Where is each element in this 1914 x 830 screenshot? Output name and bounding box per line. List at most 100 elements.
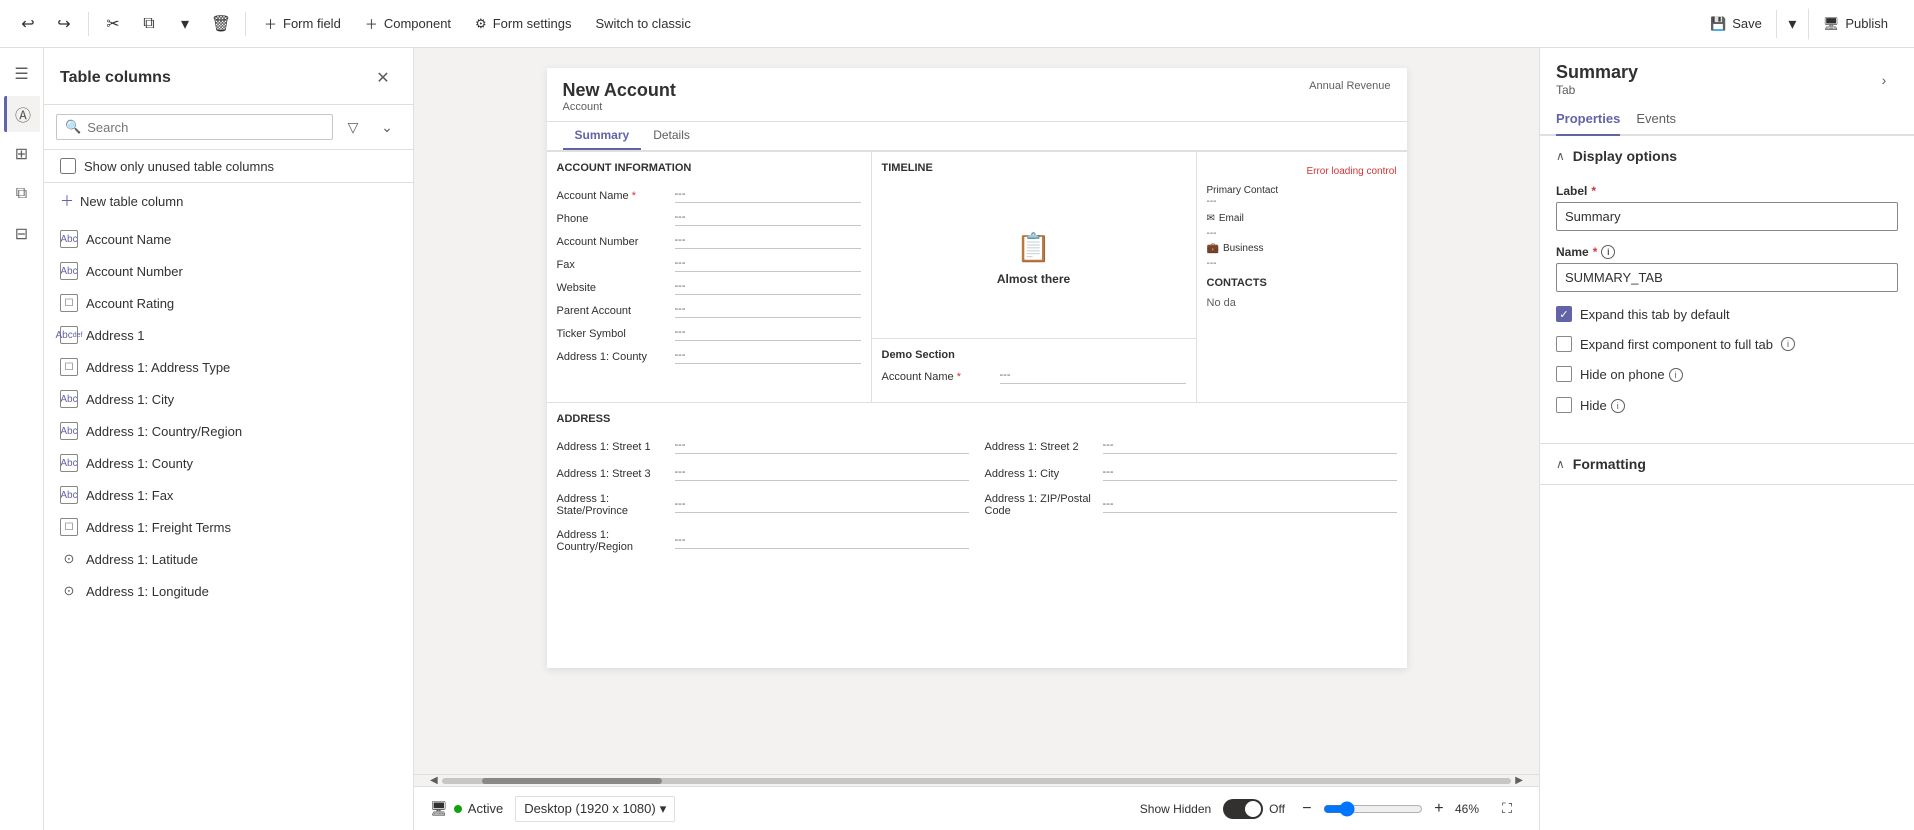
contacts-header: CONTACTS bbox=[1207, 277, 1397, 289]
list-item[interactable]: ☐ Address 1: Freight Terms bbox=[44, 511, 413, 543]
rp-expand-button[interactable]: › bbox=[1870, 66, 1898, 94]
search-input[interactable] bbox=[87, 120, 324, 135]
copy-button[interactable]: ⧉ bbox=[133, 8, 165, 40]
rp-title-group: Summary Tab bbox=[1556, 62, 1638, 97]
redo-button[interactable]: ↪ bbox=[48, 8, 80, 40]
field-label: Address 1: Street 1 bbox=[557, 441, 667, 453]
column-name: Address 1: Freight Terms bbox=[86, 520, 231, 535]
display-options-header[interactable]: ∧ Display options bbox=[1540, 136, 1914, 176]
desktop-selector[interactable]: Desktop (1920 x 1080) ▾ bbox=[515, 796, 675, 822]
list-item[interactable]: Abc Address 1: Fax bbox=[44, 479, 413, 511]
list-item[interactable]: ⊙ Address 1: Latitude bbox=[44, 543, 413, 575]
expand-first-checkbox[interactable] bbox=[1556, 336, 1572, 352]
zoom-controls: − + 46% bbox=[1297, 799, 1479, 819]
field-row: Account Number --- bbox=[557, 234, 861, 249]
rp-content: ∧ Display options Label * bbox=[1540, 136, 1914, 830]
select-field-icon: ☐ bbox=[60, 294, 78, 312]
form-field-button[interactable]: ＋ Form field bbox=[254, 8, 351, 39]
field-label: Address 1: State/Province bbox=[557, 493, 667, 517]
geo-field-icon: ⊙ bbox=[60, 550, 78, 568]
copy-dropdown-button[interactable]: ▾ bbox=[169, 8, 201, 40]
close-panel-button[interactable]: ✕ bbox=[369, 64, 397, 92]
field-value: --- bbox=[675, 439, 969, 454]
name-input[interactable] bbox=[1556, 263, 1898, 292]
list-item[interactable]: ☐ Account Rating bbox=[44, 287, 413, 319]
expand-first-info-icon[interactable]: i bbox=[1781, 337, 1795, 351]
columns-list: Abc Account Name Abc Account Number ☐ Ac… bbox=[44, 219, 413, 830]
list-item[interactable]: Abc Address 1: City bbox=[44, 383, 413, 415]
expand-tab-checkbox[interactable] bbox=[1556, 306, 1572, 322]
field-label: Account Name * bbox=[882, 371, 992, 383]
list-item[interactable]: ⊙ Address 1: Longitude bbox=[44, 575, 413, 607]
bottom-right: Show Hidden Off − + 46% ⛶ bbox=[1140, 793, 1523, 825]
column-name: Address 1: Longitude bbox=[86, 584, 209, 599]
field-label: Account Number bbox=[557, 236, 667, 248]
show-unused-label[interactable]: Show only unused table columns bbox=[84, 159, 274, 174]
hide-info-icon[interactable]: i bbox=[1611, 399, 1625, 413]
canvas-scroll[interactable]: New Account Account Annual Revenue Summa… bbox=[414, 48, 1539, 774]
grid-icon-btn[interactable]: ⊞ bbox=[4, 136, 40, 172]
name-field-label: Name * i bbox=[1556, 245, 1898, 259]
undo-button[interactable]: ↩ bbox=[12, 8, 44, 40]
form-settings-button[interactable]: ⚙ Form settings bbox=[465, 10, 581, 38]
publish-button[interactable]: 🖥 Publish bbox=[1809, 10, 1902, 38]
list-item[interactable]: Abc Address 1: Country/Region bbox=[44, 415, 413, 447]
zoom-slider[interactable] bbox=[1323, 801, 1423, 817]
zoom-in-button[interactable]: + bbox=[1429, 799, 1449, 819]
hide-phone-info-icon[interactable]: i bbox=[1669, 368, 1683, 382]
formatting-header[interactable]: ∧ Formatting bbox=[1540, 444, 1914, 484]
field-row: Address 1: Street 3 --- bbox=[557, 466, 969, 481]
list-item[interactable]: Abc Account Name bbox=[44, 223, 413, 255]
list-item[interactable]: Abc Account Number bbox=[44, 255, 413, 287]
form-tab-summary[interactable]: Summary bbox=[563, 122, 642, 150]
list-item[interactable]: ☐ Address 1: Address Type bbox=[44, 351, 413, 383]
demo-section-title: Demo Section bbox=[882, 349, 1186, 361]
field-value: --- bbox=[1103, 466, 1397, 481]
columns-icon-btn[interactable]: Ⓐ bbox=[4, 96, 40, 132]
zoom-out-button[interactable]: − bbox=[1297, 799, 1317, 819]
scroll-thumb[interactable] bbox=[482, 778, 662, 784]
divider-1 bbox=[88, 12, 89, 36]
text-field-icon: Abc bbox=[60, 422, 78, 440]
column-name: Address 1: Address Type bbox=[86, 360, 230, 375]
show-unused-checkbox[interactable] bbox=[60, 158, 76, 174]
switch-classic-button[interactable]: Switch to classic bbox=[585, 10, 700, 37]
fit-to-screen-button[interactable]: ⛶ bbox=[1491, 793, 1523, 825]
field-row: Fax --- bbox=[557, 257, 861, 272]
form-tab-details[interactable]: Details bbox=[641, 122, 702, 150]
menu-icon-btn[interactable]: ☰ bbox=[4, 56, 40, 92]
field-value: --- bbox=[675, 498, 969, 513]
field-row: Address 1: Street 2 --- bbox=[985, 439, 1397, 454]
sort-button[interactable]: ⌄ bbox=[373, 113, 401, 141]
new-table-column-button[interactable]: ＋ New table column bbox=[44, 183, 413, 219]
field-label: Fax bbox=[557, 259, 667, 271]
scroll-left-arrow[interactable]: ◀ bbox=[426, 775, 442, 786]
hide-phone-checkbox[interactable] bbox=[1556, 366, 1572, 382]
tab-events[interactable]: Events bbox=[1636, 103, 1676, 136]
component-button[interactable]: ＋ Component bbox=[355, 8, 461, 39]
tab-properties[interactable]: Properties bbox=[1556, 103, 1620, 136]
error-link[interactable]: Error loading control bbox=[1306, 166, 1396, 177]
field-label: Address 1: County bbox=[557, 351, 667, 363]
field-value: --- bbox=[675, 280, 861, 295]
list-item[interactable]: Abc Address 1: County bbox=[44, 447, 413, 479]
hide-checkbox[interactable] bbox=[1556, 397, 1572, 413]
name-info-icon[interactable]: i bbox=[1601, 245, 1615, 259]
hide-phone-wrap: Hide on phone i bbox=[1580, 366, 1683, 384]
top-toolbar: ↩ ↪ ✂ ⧉ ▾ 🗑 ＋ Form field ＋ Component ⚙ F… bbox=[0, 0, 1914, 48]
horizontal-scrollbar[interactable]: ◀ ▶ bbox=[414, 774, 1539, 786]
save-dropdown-button[interactable]: ▾ bbox=[1777, 8, 1809, 40]
timeline-icon: 📋 bbox=[1016, 231, 1051, 264]
table-icon-btn[interactable]: ⊟ bbox=[4, 216, 40, 252]
label-input[interactable] bbox=[1556, 202, 1898, 231]
show-hidden-toggle[interactable] bbox=[1223, 799, 1263, 819]
form-header-right: Annual Revenue bbox=[1309, 80, 1390, 92]
list-item[interactable]: Abcdef Address 1 bbox=[44, 319, 413, 351]
filter-button[interactable]: ▽ bbox=[339, 113, 367, 141]
delete-button[interactable]: 🗑 bbox=[205, 8, 237, 40]
layers-icon-btn[interactable]: ⧉ bbox=[4, 176, 40, 212]
scroll-right-arrow[interactable]: ▶ bbox=[1511, 775, 1527, 786]
save-button[interactable]: 💾 Save bbox=[1696, 10, 1777, 38]
cut-button[interactable]: ✂ bbox=[97, 8, 129, 40]
field-label: Address 1: City bbox=[985, 468, 1095, 480]
